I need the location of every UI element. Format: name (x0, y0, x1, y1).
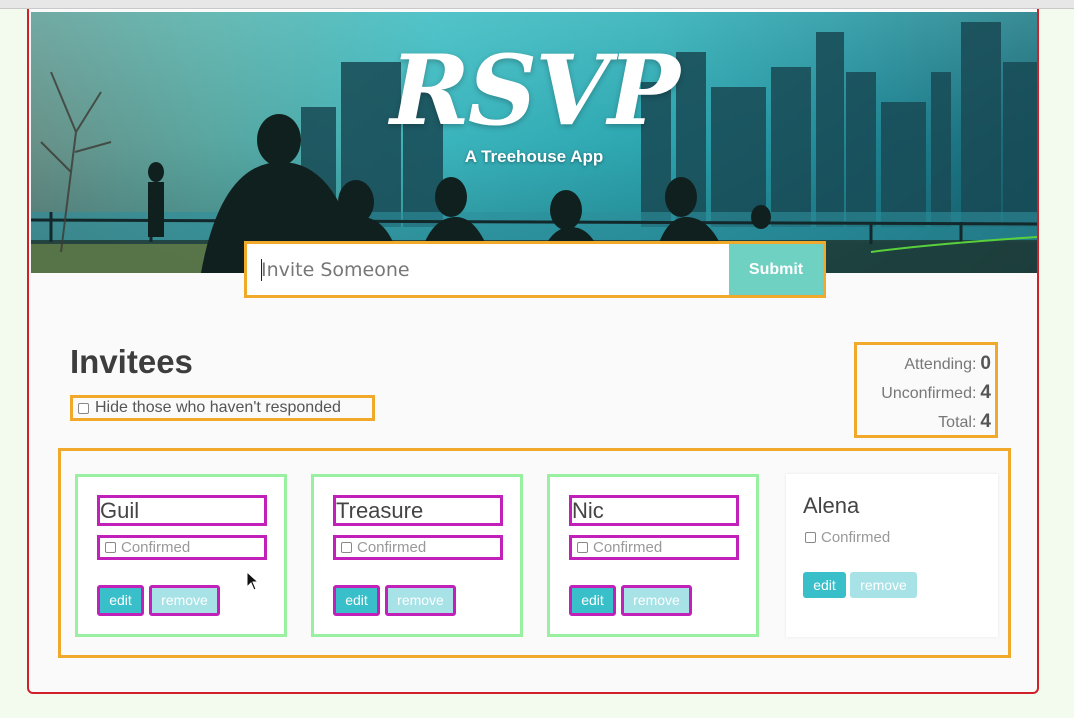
confirmed-toggle[interactable]: Confirmed (569, 535, 739, 560)
total-value: 4 (980, 411, 991, 432)
unconfirmed-count-row: Unconfirmed: 4 (857, 378, 991, 407)
attending-value: 0 (980, 353, 991, 374)
total-label: Total: (938, 414, 977, 431)
invitee-list: Guil Confirmed edit remove Treasure Conf… (58, 448, 1011, 658)
confirmed-toggle[interactable]: Confirmed (333, 535, 503, 560)
invitee-name: Alena (803, 493, 860, 518)
confirmed-checkbox[interactable] (105, 542, 116, 553)
invitee-card: Alena Confirmed edit remove (786, 474, 998, 637)
text-caret (261, 259, 262, 281)
hide-unresponded-label: Hide those who haven't responded (95, 399, 341, 416)
invitee-card: Guil Confirmed edit remove (75, 474, 287, 637)
confirmed-toggle[interactable]: Confirmed (805, 529, 890, 546)
rsvp-app: RSVP A Treehouse App Submit Invitees Hid… (27, 9, 1039, 694)
remove-button[interactable]: remove (621, 585, 692, 616)
remove-button[interactable]: remove (850, 572, 917, 598)
edit-button[interactable]: edit (569, 585, 616, 616)
invitee-name: Guil (97, 495, 267, 526)
invitee-card: Nic Confirmed edit remove (547, 474, 759, 637)
confirmed-label: Confirmed (821, 529, 891, 546)
invite-input[interactable] (247, 244, 729, 295)
invite-form: Submit (244, 241, 826, 298)
unconfirmed-label: Unconfirmed: (881, 385, 977, 402)
rsvp-counter: Attending: 0 Unconfirmed: 4 Total: 4 (854, 342, 998, 438)
remove-button[interactable]: remove (385, 585, 456, 616)
edit-button[interactable]: edit (97, 585, 144, 616)
confirmed-label: Confirmed (357, 539, 427, 556)
attending-count-row: Attending: 0 (857, 349, 991, 378)
app-logo: RSVP (390, 34, 680, 147)
confirmed-label: Confirmed (121, 539, 191, 556)
total-count-row: Total: 4 (857, 407, 991, 436)
browser-top-bar (0, 0, 1074, 9)
remove-button[interactable]: remove (149, 585, 220, 616)
confirmed-toggle[interactable]: Confirmed (97, 535, 267, 560)
submit-button[interactable]: Submit (729, 244, 823, 295)
edit-button[interactable]: edit (333, 585, 380, 616)
invitees-heading: Invitees (70, 343, 193, 380)
unconfirmed-value: 4 (980, 382, 991, 403)
confirmed-label: Confirmed (593, 539, 663, 556)
attending-label: Attending: (904, 356, 977, 373)
invitee-name: Nic (569, 495, 739, 526)
confirmed-checkbox[interactable] (341, 542, 352, 553)
edit-button[interactable]: edit (803, 572, 846, 598)
confirmed-checkbox[interactable] (577, 542, 588, 553)
invitee-name: Treasure (333, 495, 503, 526)
invitee-card: Treasure Confirmed edit remove (311, 474, 523, 637)
confirmed-checkbox[interactable] (805, 532, 816, 543)
mouse-cursor-icon (246, 571, 260, 591)
header-banner: RSVP A Treehouse App (31, 12, 1037, 273)
hide-unresponded-checkbox[interactable] (78, 402, 89, 414)
app-subtitle: A Treehouse App (464, 147, 604, 166)
hide-unresponded-filter[interactable]: Hide those who haven't responded (70, 395, 375, 421)
